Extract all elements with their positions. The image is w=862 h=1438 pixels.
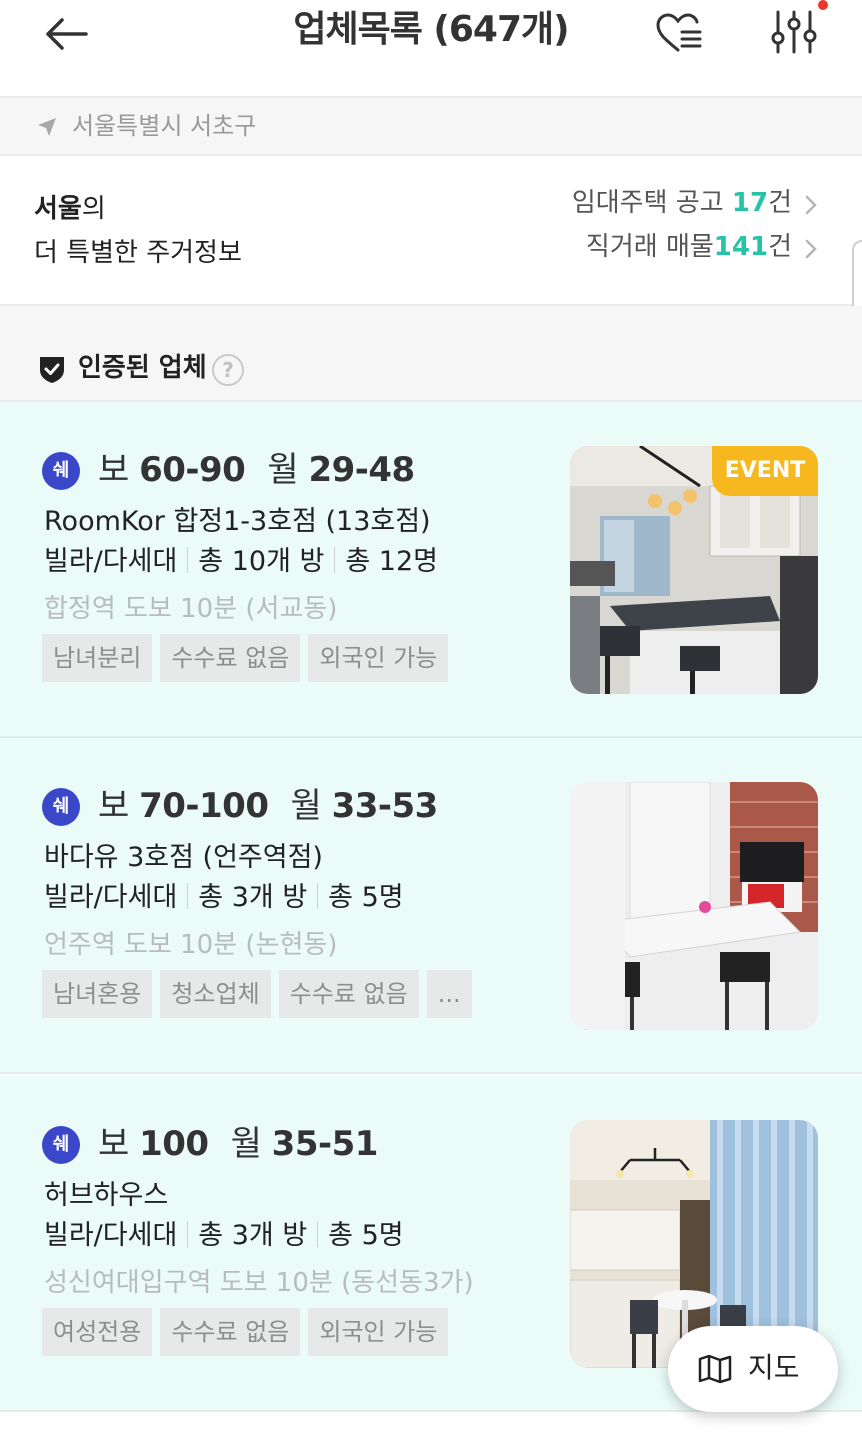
monthly-value: 35-51	[271, 1124, 379, 1164]
help-icon[interactable]: ?	[212, 354, 244, 386]
listing-type: 빌라/다세대	[44, 546, 178, 577]
listing-tags: 여성전용 수수료 없음 외국인 가능	[42, 1308, 456, 1358]
chevron-right-icon	[805, 239, 817, 259]
listing-specs: 빌라/다세대 총 3개 방 총 5명	[44, 1216, 404, 1256]
listing-people: 총 5명	[328, 882, 404, 913]
direct-count: 141	[713, 232, 769, 262]
listing-type: 빌라/다세대	[44, 882, 178, 913]
monthly-label: 월	[267, 450, 309, 490]
listing-tag: 남녀분리	[42, 634, 153, 682]
deposit-label: 보	[98, 1124, 140, 1164]
divider	[187, 547, 189, 573]
verified-label: 인증된 업체	[78, 353, 207, 383]
listing-tag: 수수료 없음	[160, 1308, 301, 1356]
map-button[interactable]: 지도	[668, 1326, 838, 1412]
page-title: 업체목록 (647개)	[293, 9, 569, 50]
listing-tag-more: ...	[426, 970, 472, 1018]
deposit-value: 100	[139, 1124, 209, 1164]
rental-label: 임대주택 공고	[571, 188, 732, 218]
listing-location: 성신여대입구역 도보 10분 (동선동3가)	[44, 1268, 474, 1298]
info-city-suffix: 의	[81, 194, 106, 224]
deposit-label: 보	[98, 450, 140, 490]
divider	[187, 1221, 189, 1247]
location-bar[interactable]: 서울특별시 서초구	[0, 96, 862, 156]
location-text: 서울특별시 서초구	[72, 112, 257, 140]
favorites-list-button[interactable]	[652, 10, 708, 56]
info-city-line: 서울의	[34, 192, 106, 226]
share-house-badge: 쉐	[42, 788, 80, 826]
listing-rooms: 총 10개 방	[198, 546, 325, 577]
verified-section-header: 인증된 업체 ?	[0, 306, 862, 402]
listing-card[interactable]: 쉐 보 60-90 월 29-48 RoomKor 합정1-3호점 (13호점) …	[0, 402, 862, 738]
listing-tags: 남녀분리 수수료 없음 외국인 가능	[42, 634, 456, 684]
rental-unit: 건	[768, 188, 792, 218]
direct-label: 직거래 매물	[585, 232, 714, 262]
listing-tag: 수수료 없음	[160, 634, 301, 682]
listing-people: 총 12명	[345, 546, 438, 577]
shield-check-icon	[40, 357, 64, 383]
direct-unit: 건	[768, 232, 792, 262]
info-subtitle: 더 특별한 주거정보	[34, 238, 242, 268]
deposit-label: 보	[98, 786, 140, 826]
divider	[317, 883, 319, 909]
map-icon	[698, 1354, 732, 1384]
chevron-right-icon	[805, 195, 817, 215]
direct-deal-link[interactable]: 직거래 매물141건	[586, 230, 792, 264]
listing-price: 보 70-100 월 33-53	[98, 782, 438, 830]
listing-tag: 외국인 가능	[308, 1308, 449, 1356]
listing-rooms: 총 3개 방	[198, 1220, 308, 1251]
listing-tag: 외국인 가능	[308, 634, 449, 682]
deposit-value: 70-100	[139, 786, 269, 826]
rental-notice-link[interactable]: 임대주택 공고 17건	[572, 186, 792, 220]
listing-tag: 수수료 없음	[278, 970, 419, 1018]
share-house-badge: 쉐	[42, 452, 80, 490]
listing-tag: 여성전용	[42, 1308, 153, 1356]
listing-location: 합정역 도보 10분 (서교동)	[44, 594, 338, 624]
event-badge: EVENT	[712, 446, 818, 496]
monthly-label: 월	[230, 1124, 272, 1164]
listing-photo[interactable]: EVENT	[570, 446, 818, 694]
listing-tag: 남녀혼용	[42, 970, 153, 1018]
listing-name: 허브하우스	[44, 1180, 169, 1211]
deposit-value: 60-90	[139, 450, 246, 490]
housing-info-section: 서울의 더 특별한 주거정보 임대주택 공고 17건 직거래 매물141건	[0, 156, 862, 306]
listing-people: 총 5명	[328, 1220, 404, 1251]
listing-tags: 남녀혼용 청소업체 수수료 없음 ...	[42, 970, 480, 1020]
info-city: 서울	[34, 194, 82, 224]
listing-location: 언주역 도보 10분 (논현동)	[44, 930, 338, 960]
map-button-label: 지도	[748, 1351, 800, 1384]
listing-type: 빌라/다세대	[44, 1220, 178, 1251]
divider	[317, 1221, 319, 1247]
filter-button[interactable]	[764, 6, 824, 58]
sliders-icon	[771, 10, 817, 54]
listing-name: RoomKor 합정1-3호점 (13호점)	[44, 506, 431, 537]
monthly-value: 33-53	[331, 786, 439, 826]
location-arrow-icon	[38, 118, 56, 136]
app-header: 업체목록 (647개)	[0, 0, 862, 96]
listing-card[interactable]: 쉐 보 70-100 월 33-53 바다유 3호점 (언주역점) 빌라/다세대 총…	[0, 738, 862, 1074]
listing-specs: 빌라/다세대 총 10개 방 총 12명	[44, 542, 438, 582]
monthly-value: 29-48	[308, 450, 415, 490]
listing-tag: 청소업체	[160, 970, 271, 1018]
share-house-badge: 쉐	[42, 1126, 80, 1164]
listing-price: 보 60-90 월 29-48	[98, 446, 415, 494]
dining-room-photo	[570, 782, 818, 1030]
listing-photo[interactable]	[570, 782, 818, 1030]
notification-dot	[818, 0, 828, 10]
monthly-label: 월	[290, 786, 332, 826]
listing-rooms: 총 3개 방	[198, 882, 308, 913]
listing-specs: 빌라/다세대 총 3개 방 총 5명	[44, 878, 404, 918]
listing-price: 보 100 월 35-51	[98, 1120, 378, 1168]
rental-count: 17	[731, 188, 769, 218]
listing-name: 바다유 3호점 (언주역점)	[44, 842, 323, 873]
divider	[187, 883, 189, 909]
divider	[334, 547, 336, 573]
heart-list-icon	[656, 13, 702, 52]
